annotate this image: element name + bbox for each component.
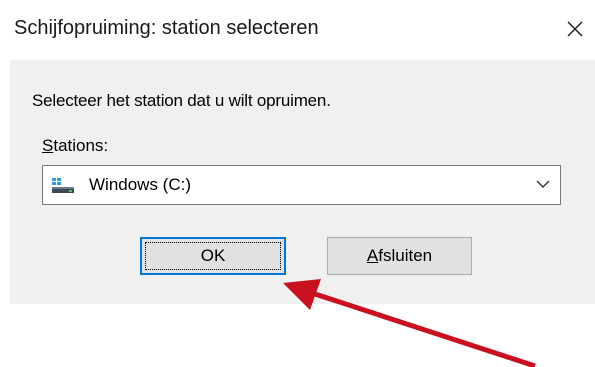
selected-drive-value: Windows (C:) xyxy=(89,175,192,194)
drives-label: Stations: xyxy=(42,136,108,156)
chevron-down-icon[interactable] xyxy=(536,180,550,189)
title-bar: Schijfopruiming: station selecteren xyxy=(0,0,595,60)
close-window-button[interactable] xyxy=(558,12,592,46)
close-button-mnemonic: A xyxy=(366,246,379,265)
drives-label-rest: tations: xyxy=(53,136,109,155)
close-icon xyxy=(567,21,583,37)
ok-button-label: OK xyxy=(200,246,226,265)
drive-select[interactable]: Windows (C:) xyxy=(42,165,561,205)
close-dialog-button[interactable]: Afsluiten xyxy=(327,237,472,275)
hard-drive-icon xyxy=(52,178,74,193)
instruction-text: Selecteer het station dat u wilt opruime… xyxy=(32,91,331,110)
ok-button[interactable]: OK xyxy=(140,237,286,275)
drives-label-mnemonic: S xyxy=(42,136,54,155)
window-title: Schijfopruiming: station selecteren xyxy=(14,17,319,39)
close-button-label-rest: fsluiten xyxy=(378,246,433,265)
